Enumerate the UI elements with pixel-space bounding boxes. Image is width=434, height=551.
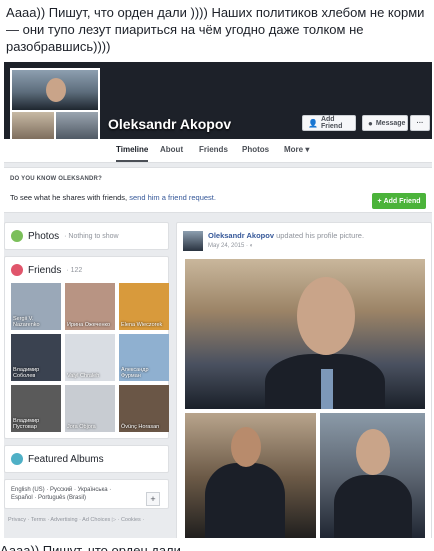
friend-tile[interactable]: Ирина Ожеченко [65, 283, 115, 330]
friend-tile[interactable]: Александр Фурман [119, 334, 169, 381]
active-tab-indicator [116, 160, 148, 162]
tab-timeline[interactable]: Timeline [116, 145, 148, 154]
friend-tile[interactable]: Sergii V. Nazarenko [11, 283, 61, 330]
tab-about[interactable]: About [160, 145, 183, 154]
tab-photos[interactable]: Photos [242, 145, 269, 154]
add-friend-button-green[interactable]: + Add Friend [372, 193, 426, 209]
friends-grid: Sergii V. Nazarenko Ирина Ожеченко Elena… [5, 283, 169, 438]
post-action: updated his profile picture. [276, 231, 365, 240]
albums-icon [11, 453, 23, 465]
featured-albums-box: Featured Albums [4, 445, 169, 473]
do-you-know-box: DO YOU KNOW OLEKSANDR? To see what he sh… [4, 167, 432, 213]
post-author[interactable]: Oleksandr Akopov [208, 231, 274, 240]
friend-tile[interactable]: Övünç Horasan [119, 385, 169, 432]
profile-picture-post: Oleksandr Akopov updated his profile pic… [176, 222, 432, 538]
post-avatar[interactable] [183, 231, 203, 251]
post-caption: Аааа)) Пишут, что орден дали )))) Наших … [6, 5, 425, 54]
friends-title[interactable]: Friends [28, 265, 61, 276]
add-language-button[interactable]: + [146, 492, 160, 506]
photos-box: Photos · Nothing to show [4, 222, 169, 250]
facebook-screenshot: Oleksandr Akopov 👤 Add Friend ● Message … [4, 62, 432, 538]
post-date[interactable]: May 24, 2015 · ◐ [208, 243, 253, 249]
profile-photo-main [12, 70, 98, 110]
photos-icon [11, 230, 23, 242]
friend-tile[interactable]: Владимир Соболев [11, 334, 61, 381]
profile-tabs: Timeline About Friends Photos More ▾ [4, 139, 432, 163]
post-photo-secondary-right[interactable] [320, 413, 425, 538]
friend-tile[interactable]: Jora Objora [65, 385, 115, 432]
friends-box: Friends · 122 Sergii V. Nazarenko Ирина … [4, 256, 169, 439]
photos-title[interactable]: Photos [28, 231, 59, 242]
post-photo-main[interactable] [185, 259, 425, 409]
friend-tile[interactable]: Valyl Chraleh [65, 334, 115, 381]
language-box: English (US) · Русский · Українська · Es… [4, 479, 169, 509]
more-options-button[interactable]: ··· [410, 115, 430, 131]
tab-more[interactable]: More ▾ [284, 145, 309, 154]
friend-tile[interactable]: Elena Wieczorek [119, 283, 169, 330]
post-photo-secondary-left[interactable] [185, 413, 316, 538]
add-friend-button[interactable]: 👤 Add Friend [302, 115, 356, 131]
add-friend-icon: + [377, 197, 382, 205]
messenger-icon: ● [368, 118, 373, 128]
friends-icon [11, 264, 23, 276]
post-header: Oleksandr Akopov updated his profile pic… [208, 231, 364, 240]
tab-friends[interactable]: Friends [199, 145, 228, 154]
albums-title[interactable]: Featured Albums [28, 454, 104, 465]
language-list[interactable]: English (US) · Русский · Українська · Es… [11, 486, 131, 502]
message-button[interactable]: ● Message [362, 115, 408, 131]
bottom-caption-fragment: Аааа)) Пишут, что орден дали [0, 543, 181, 551]
footer-links[interactable]: Privacy · Terms · Advertising · Ad Choic… [4, 515, 169, 525]
profile-name: Oleksandr Akopov [108, 116, 232, 132]
left-column: Photos · Nothing to show Friends · 122 S… [4, 222, 169, 525]
know-text: To see what he shares with friends, send… [10, 193, 216, 202]
friends-count: · 122 [66, 266, 83, 274]
friend-tile[interactable]: Владимир Пустовар [11, 385, 61, 432]
friend-request-link[interactable]: send him a friend request. [129, 193, 216, 202]
know-title: DO YOU KNOW OLEKSANDR? [10, 176, 102, 182]
photos-subtitle: · Nothing to show [64, 232, 119, 240]
add-friend-icon: 👤 [308, 118, 318, 128]
